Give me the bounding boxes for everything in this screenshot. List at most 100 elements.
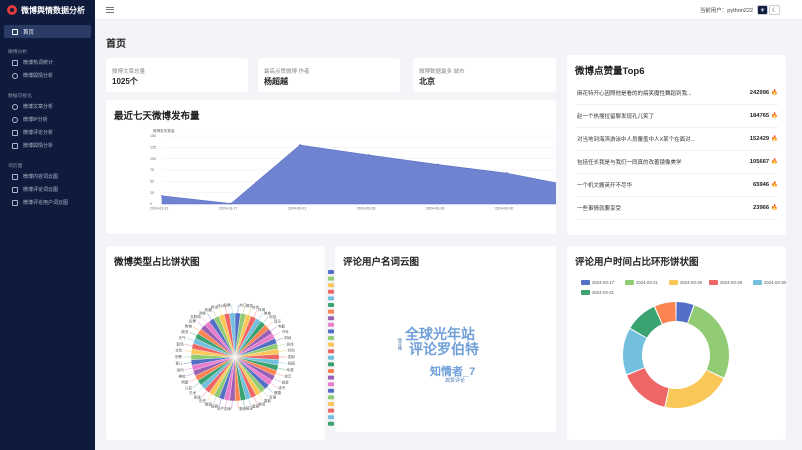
wordcloud-card: 评论用户名词云图 ········· 全球光年站 评论罗伯特 知情者_7 棉花糖… xyxy=(335,246,556,432)
pie-legend xyxy=(328,270,334,426)
wordcloud-word: 棉花糖 xyxy=(398,338,403,350)
pie-label: 动漫 xyxy=(286,367,294,372)
pie-label-line xyxy=(231,305,233,314)
y-tick-label: 100 xyxy=(150,157,156,161)
checkbox-icon xyxy=(12,199,18,206)
legend-swatch[interactable] xyxy=(328,309,334,314)
y-tick-label: 50 xyxy=(150,180,154,184)
legend-swatch[interactable] xyxy=(328,349,334,354)
donut-slice[interactable] xyxy=(623,329,647,375)
pie-label-line xyxy=(189,378,197,383)
pie-label-line xyxy=(273,331,281,336)
donut-slice[interactable] xyxy=(665,370,724,408)
top6-row[interactable]: 一些事情就要享受 23966 🔥 xyxy=(577,197,778,220)
fire-icon: 🔥 xyxy=(771,90,778,96)
pie-label: 房产 xyxy=(217,405,225,410)
hamburger-menu-icon[interactable] xyxy=(106,6,114,13)
pie-label: 母婴 xyxy=(211,404,219,409)
sidebar-item-ip[interactable]: 微博IP分析 xyxy=(0,113,95,126)
legend-swatch[interactable] xyxy=(328,303,334,307)
legend-swatch[interactable] xyxy=(328,369,334,373)
legend-swatch[interactable] xyxy=(328,276,334,281)
pie-label-line xyxy=(253,309,258,318)
top6-count: 184765 xyxy=(749,113,770,119)
line-chart-card: 最近七天微博发布量 微博发布数量 150 125 100 75 50 25 0 2024-03-… xyxy=(106,100,556,234)
pie-label-line xyxy=(270,326,278,332)
pie-label: 美妆 xyxy=(178,373,186,378)
top6-row[interactable]: 赵一个热搜拉留聊发现孔儿笑了 184765 🔥 xyxy=(577,105,778,128)
pie-label-line xyxy=(212,396,217,405)
pie-label-line xyxy=(277,367,286,371)
top6-row[interactable]: 包括任长我是与我们一同真的改善镜像美学 105667 🔥 xyxy=(577,151,778,174)
legend-swatch[interactable] xyxy=(328,421,334,426)
sidebar-section-title: 词云图 xyxy=(8,164,23,169)
legend-swatch[interactable] xyxy=(328,336,334,340)
home-icon xyxy=(12,28,18,35)
top6-title: 包括任长我是与我们一同真的改善镜像美学 xyxy=(577,160,682,166)
pie-label-line xyxy=(262,390,269,398)
donut-slice[interactable] xyxy=(627,368,669,407)
stat-value: 1025个 xyxy=(112,77,138,86)
data-point xyxy=(368,154,370,156)
pie-label: 政务 xyxy=(181,329,189,334)
legend-swatch[interactable] xyxy=(328,362,334,367)
legend-swatch[interactable] xyxy=(328,342,334,347)
legend-swatch[interactable] xyxy=(328,283,334,288)
pie-label: 国际 xyxy=(288,354,296,359)
pie-label: 法律 xyxy=(224,406,232,411)
weibo-logo-icon xyxy=(7,5,17,15)
legend-swatch[interactable] xyxy=(328,270,334,274)
pie-label: 电影 xyxy=(278,324,286,329)
x-tick-label: 2024-03-26 xyxy=(357,207,375,211)
legend-swatch[interactable] xyxy=(328,395,334,400)
users-icon xyxy=(12,129,18,136)
globe-icon xyxy=(12,116,18,123)
sidebar-item-opinion[interactable]: 微博舆情分析 xyxy=(0,139,95,152)
top6-row[interactable]: 对当地到海滨游泳中人员覆盖中人X某个在面对... 152429 🔥 xyxy=(577,128,778,151)
legend-swatch[interactable] xyxy=(328,375,334,380)
sidebar-item-comments[interactable]: 微博评论分析 xyxy=(0,126,95,139)
pie-label-line xyxy=(248,307,252,316)
pie-label: 艺术 xyxy=(189,390,197,395)
legend-swatch[interactable] xyxy=(328,402,334,406)
dark-theme-toggle[interactable]: ☾ xyxy=(769,5,780,15)
sidebar-item-comment-cloud[interactable]: 微博评论词云图 xyxy=(0,183,95,196)
pie-label: 科技 xyxy=(269,314,277,319)
y-axis-title: 微博发布数量 xyxy=(153,128,175,133)
pie-label-line xyxy=(270,382,278,388)
legend-swatch[interactable] xyxy=(328,329,334,334)
sidebar-item-content-cloud[interactable]: 微博内容词云图 xyxy=(0,170,95,183)
sidebar-item-sentiment[interactable]: 微博舆情分析 xyxy=(0,69,95,82)
pie-label: 宗教 xyxy=(175,354,183,359)
legend-swatch[interactable] xyxy=(328,289,334,294)
legend-swatch[interactable] xyxy=(328,322,334,327)
legend-swatch[interactable] xyxy=(328,388,334,393)
pie-label-line xyxy=(184,343,193,347)
legend-swatch[interactable] xyxy=(328,408,334,413)
sidebar-item-home[interactable]: 首页 xyxy=(4,25,91,38)
donut-slice[interactable] xyxy=(688,305,729,378)
legend-swatch[interactable] xyxy=(328,316,334,321)
sidebar-item-label: 微博评论用户词云图 xyxy=(23,200,69,206)
pie-chart-card: 微博类型占比饼状图 热门 搞笑 社会 体育 美食 科技 音乐 电影 汽车 财经 游戏 时尚 国际 校园 动漫… xyxy=(106,246,325,440)
light-theme-toggle[interactable]: ☀ xyxy=(757,5,768,15)
sidebar-item-user-cloud[interactable]: 微博评论用户词云图 xyxy=(0,196,95,209)
top6-row[interactable]: 麻花特开心因照他是看的的搞笑魔性舞蹈到我... 242996 🔥 xyxy=(577,82,778,105)
checkbox-icon xyxy=(12,173,18,180)
legend-swatch[interactable] xyxy=(328,415,334,420)
legend-swatch[interactable] xyxy=(328,382,334,387)
sidebar-item-hotwords[interactable]: 微博热词统计 xyxy=(0,56,95,69)
sidebar-item-articles[interactable]: 微博文章分析 xyxy=(0,100,95,113)
donut-chart-card: 评论用户时间占比环形饼状图 2024-03-17 2024-03-21 2024-0… xyxy=(567,246,786,440)
top6-row[interactable]: 一个机文搬英开不尽华 65946 🔥 xyxy=(577,174,778,197)
pie-label: 天气 xyxy=(178,335,186,340)
legend-swatch[interactable] xyxy=(328,355,334,360)
fire-icon: 🔥 xyxy=(771,159,778,165)
y-tick-label: 75 xyxy=(150,168,154,172)
top6-title: 赵一个热搜拉留聊发现孔儿笑了 xyxy=(577,114,655,120)
area-series xyxy=(161,144,556,205)
stat-label: 最高点赞微博 作者 xyxy=(264,69,310,75)
sidebar-item-label: 微博IP分析 xyxy=(23,117,48,123)
app-logo[interactable]: 微博舆情数据分析 xyxy=(0,0,95,20)
legend-swatch[interactable] xyxy=(328,296,334,301)
